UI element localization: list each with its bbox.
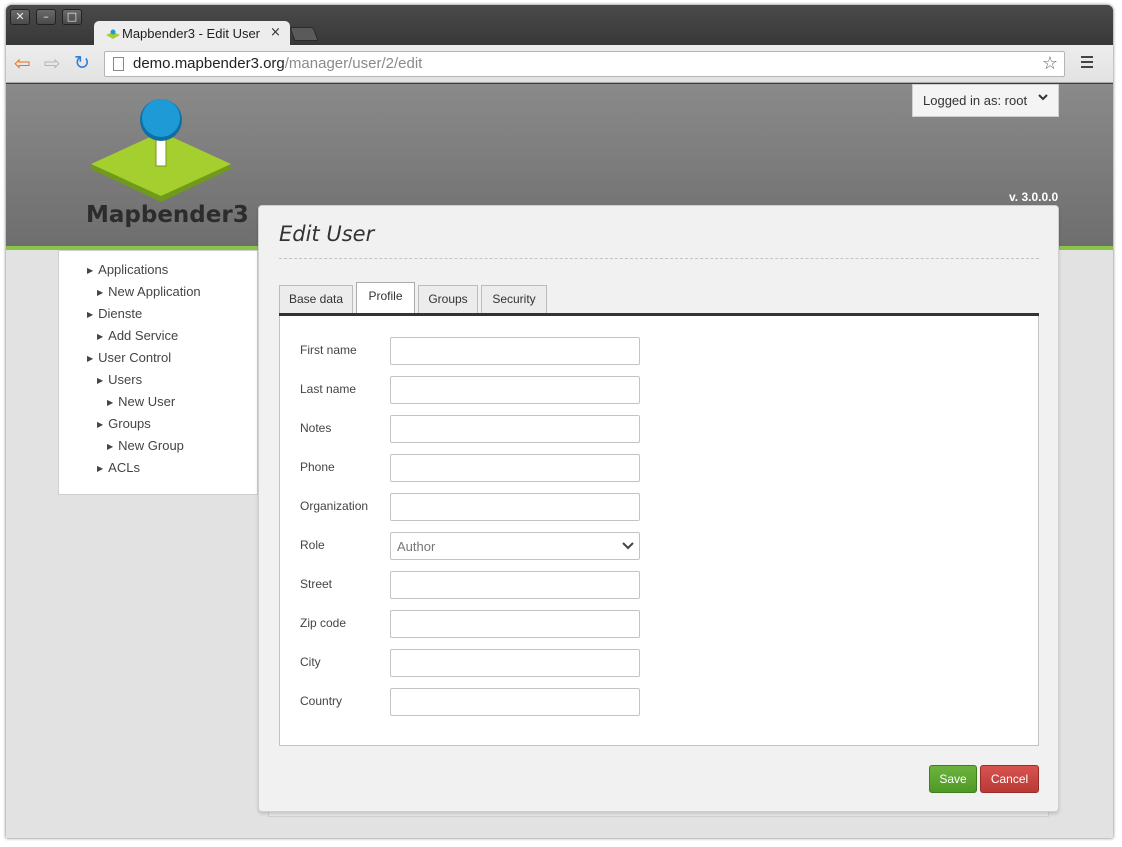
sidebar-item-dienste[interactable]: ▶ Dienste (87, 306, 142, 321)
organization-field[interactable] (390, 493, 640, 521)
login-label: Logged in as: root (923, 93, 1028, 108)
cancel-button[interactable]: Cancel (980, 765, 1039, 793)
triangle-right-icon: ▶ (87, 310, 94, 319)
browser-window: ✕ – □ Mapbender3 - Edit User × ⇦ ⇨ ↻ dem… (6, 5, 1113, 838)
street-label: Street (300, 577, 333, 591)
phone-label: Phone (300, 460, 335, 474)
address-url: demo.mapbender3.org/manager/user/2/edit (133, 55, 423, 72)
browser-menu-icon[interactable] (1081, 56, 1093, 71)
sidebar-item-new-group[interactable]: ▶ New Group (107, 438, 184, 453)
city-field[interactable] (390, 649, 640, 677)
mapbender-favicon-icon (106, 29, 120, 39)
notes-field[interactable] (390, 415, 640, 443)
browser-tab-title: Mapbender3 - Edit User (122, 26, 261, 41)
address-bar[interactable]: demo.mapbender3.org/manager/user/2/edit … (104, 51, 1065, 77)
browser-tab[interactable]: Mapbender3 - Edit User × (94, 21, 290, 47)
city-label: City (300, 655, 321, 669)
street-field[interactable] (390, 571, 640, 599)
role-label: Role (300, 538, 325, 552)
country-label: Country (300, 694, 343, 708)
page-icon (113, 57, 124, 71)
tab-security[interactable]: Security (481, 285, 547, 314)
sidebar-item-users[interactable]: ▶ Users (97, 372, 142, 387)
window-close-button[interactable]: ✕ (10, 9, 30, 25)
logo-text: Mapbender3 (86, 202, 249, 228)
triangle-right-icon: ▶ (97, 376, 104, 385)
zip-code-label: Zip code (300, 616, 347, 630)
triangle-right-icon: ▶ (107, 398, 114, 407)
sidebar-item-new-application[interactable]: ▶ New Application (97, 284, 201, 299)
triangle-right-icon: ▶ (97, 288, 104, 297)
tab-base-data[interactable]: Base data (279, 285, 353, 314)
sidebar-item-add-service[interactable]: ▶ Add Service (97, 328, 178, 343)
triangle-right-icon: ▶ (107, 442, 114, 451)
first-name-label: First name (300, 343, 357, 357)
user-menu-dropdown[interactable]: Logged in as: root (912, 84, 1059, 117)
first-name-field[interactable] (390, 337, 640, 365)
role-select[interactable]: Author (390, 532, 640, 560)
country-field[interactable] (390, 688, 640, 716)
forward-arrow-icon[interactable]: ⇨ (44, 53, 61, 73)
role-selected-value: Author (397, 539, 436, 554)
sidebar-item-applications[interactable]: ▶ Applications (87, 262, 168, 277)
triangle-right-icon: ▶ (97, 464, 104, 473)
panel-shadow (268, 812, 1049, 817)
tab-profile[interactable]: Profile (356, 282, 415, 315)
chevron-down-icon (1038, 94, 1048, 101)
last-name-field[interactable] (390, 376, 640, 404)
version-label: v. 3.0.0.0 (1009, 190, 1059, 204)
bookmark-star-icon[interactable]: ☆ (1042, 53, 1058, 74)
back-arrow-icon[interactable]: ⇦ (14, 53, 31, 73)
reload-icon[interactable]: ↻ (74, 53, 90, 73)
browser-toolbar: ⇦ ⇨ ↻ demo.mapbender3.org/manager/user/2… (6, 45, 1113, 83)
tab-groups[interactable]: Groups (418, 285, 478, 314)
phone-field[interactable] (390, 454, 640, 482)
page-title: Edit User (279, 222, 375, 246)
sidebar-item-groups[interactable]: ▶ Groups (97, 416, 151, 431)
notes-label: Notes (300, 421, 332, 435)
tab-close-icon[interactable]: × (270, 25, 281, 40)
profile-form: First name Last name Notes Phone Organiz… (279, 316, 1039, 746)
admin-sidebar: ▶ Applications ▶ New Application ▶ Dienste … (58, 250, 258, 495)
window-maximize-button[interactable]: □ (62, 9, 82, 25)
save-button[interactable]: Save (929, 765, 977, 793)
zip-code-field[interactable] (390, 610, 640, 638)
triangle-right-icon: ▶ (87, 354, 94, 363)
browser-titlebar: ✕ – □ Mapbender3 - Edit User × (6, 5, 1113, 47)
window-minimize-button[interactable]: – (36, 9, 56, 25)
sidebar-item-user-control[interactable]: ▶ User Control (87, 350, 171, 365)
new-tab-button[interactable] (289, 27, 319, 41)
title-divider (279, 258, 1039, 259)
organization-label: Organization (300, 499, 369, 513)
mapbender-logo-icon (89, 99, 233, 202)
sidebar-item-new-user[interactable]: ▶ New User (107, 394, 175, 409)
sidebar-item-acls[interactable]: ▶ ACLs (97, 460, 140, 475)
edit-user-panel: Edit User Base data Profile Groups Secur… (258, 205, 1059, 812)
triangle-right-icon: ▶ (87, 266, 94, 275)
triangle-right-icon: ▶ (97, 420, 104, 429)
last-name-label: Last name (300, 382, 357, 396)
triangle-right-icon: ▶ (97, 332, 104, 341)
page-content: Mapbender3 Logged in as: root v. 3.0.0.0… (6, 84, 1113, 838)
chevron-down-icon (622, 542, 634, 550)
